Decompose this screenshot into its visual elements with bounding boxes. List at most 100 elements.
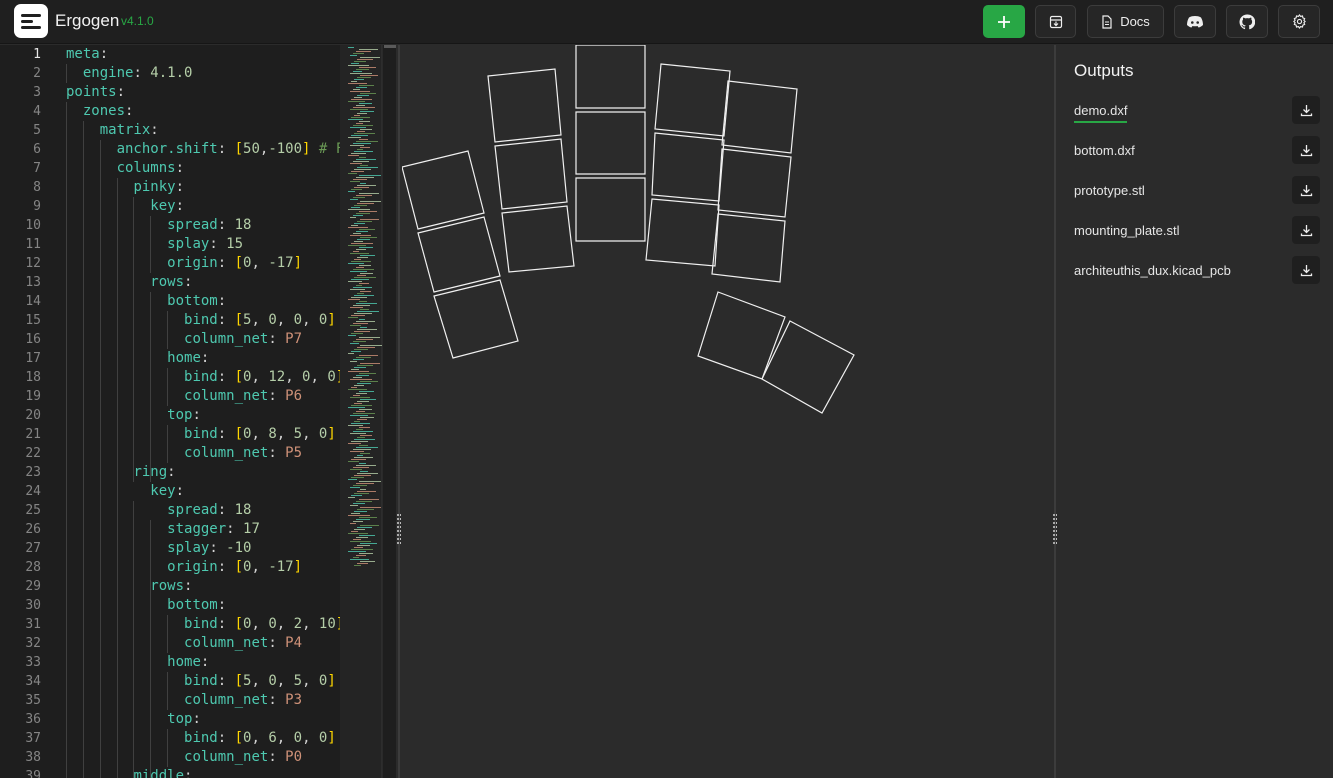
discord-button[interactable] bbox=[1174, 5, 1216, 38]
output-file-link[interactable]: demo.dxf bbox=[1074, 103, 1128, 123]
code-line: bind: [0, 8, 5, 0] bbox=[184, 425, 336, 444]
line-number: 4 bbox=[33, 104, 41, 119]
download-button[interactable] bbox=[1292, 216, 1320, 244]
add-button[interactable] bbox=[983, 5, 1025, 38]
code-line: bind: [0, 12, 0, 0] bbox=[184, 368, 340, 387]
code-token: P3 bbox=[285, 692, 303, 708]
editor-scrollbar[interactable] bbox=[382, 45, 396, 778]
code-line: home: bbox=[167, 349, 209, 368]
code-token: : bbox=[209, 236, 227, 252]
code-token: , bbox=[302, 730, 319, 746]
code-token: : bbox=[217, 255, 235, 271]
line-number: 21 bbox=[25, 427, 41, 442]
code-token: , bbox=[251, 673, 269, 689]
yaml-code-editor[interactable]: 1 2 3 4 5 6 7 8 9 10 11 12 13 14 15 16 17 18 19 20 21 22 23 24 2… bbox=[0, 45, 340, 778]
outputs-title: Outputs bbox=[1074, 61, 1134, 80]
code-token: middle bbox=[133, 768, 185, 778]
app-title: Ergogen bbox=[55, 11, 120, 30]
code-token: 5 bbox=[293, 673, 303, 689]
github-button[interactable] bbox=[1226, 5, 1268, 38]
code-line: rows: bbox=[150, 577, 192, 596]
line-number: 36 bbox=[25, 712, 41, 727]
code-token: points bbox=[66, 84, 117, 100]
code-token: column_net bbox=[184, 692, 269, 708]
output-file-link[interactable]: architeuthis_dux.kicad_pcb bbox=[1074, 263, 1231, 278]
download-icon bbox=[1300, 264, 1312, 276]
download-icon bbox=[1300, 184, 1312, 196]
code-token: ] bbox=[327, 312, 336, 328]
line-number: 29 bbox=[25, 579, 41, 594]
app-header: Ergogen v4.1.0 Docs bbox=[0, 0, 1333, 44]
code-token: 2 bbox=[293, 616, 303, 632]
code-token: ] bbox=[327, 730, 336, 746]
code-token: , bbox=[302, 673, 319, 689]
code-token: [ bbox=[234, 673, 244, 689]
line-number: 23 bbox=[25, 465, 41, 480]
code-token: stagger bbox=[167, 521, 227, 537]
code-line: column_net: P3 bbox=[184, 691, 302, 710]
code-token: 18 bbox=[234, 502, 252, 518]
download-button[interactable] bbox=[1292, 176, 1320, 204]
code-line: ring: bbox=[133, 463, 175, 482]
keyboard-preview-canvas[interactable] bbox=[402, 45, 1053, 778]
code-token: column_net bbox=[184, 445, 269, 461]
line-number: 17 bbox=[25, 351, 41, 366]
code-token: origin bbox=[167, 559, 218, 575]
line-number: 14 bbox=[25, 294, 41, 309]
document-icon bbox=[1102, 14, 1112, 29]
code-token: , bbox=[251, 426, 269, 442]
code-token: : bbox=[167, 464, 176, 480]
line-number: 30 bbox=[25, 598, 41, 613]
code-line: zones: bbox=[83, 102, 134, 121]
code-token: [ bbox=[234, 559, 244, 575]
code-area[interactable]: meta: engine: 4.1.0 points: zones: matrix: an… bbox=[66, 45, 340, 778]
ring-column-outline bbox=[487, 68, 575, 273]
minimap-slider[interactable] bbox=[340, 45, 382, 778]
code-token: , bbox=[276, 730, 294, 746]
settings-button[interactable] bbox=[1278, 5, 1320, 38]
code-line: engine: 4.1.0 bbox=[83, 64, 193, 83]
download-button[interactable] bbox=[1292, 96, 1320, 124]
code-token: ] bbox=[327, 426, 336, 442]
code-token: : bbox=[217, 426, 235, 442]
code-line: key: bbox=[150, 197, 184, 216]
download-button[interactable] bbox=[1292, 136, 1320, 164]
output-row: prototype.stl bbox=[1074, 176, 1320, 204]
code-token: , bbox=[251, 369, 269, 385]
line-number: 22 bbox=[25, 446, 41, 461]
code-token: : bbox=[217, 559, 235, 575]
code-token: : bbox=[268, 445, 286, 461]
code-token: 0 bbox=[293, 312, 303, 328]
code-token: P6 bbox=[285, 388, 303, 404]
docs-button[interactable]: Docs bbox=[1087, 5, 1164, 38]
output-file-link[interactable]: mounting_plate.stl bbox=[1074, 223, 1180, 238]
code-token: splay bbox=[167, 236, 210, 252]
code-token: , bbox=[251, 616, 269, 632]
code-token: : bbox=[192, 711, 201, 727]
output-file-link[interactable]: bottom.dxf bbox=[1074, 143, 1135, 158]
save-config-button[interactable] bbox=[1035, 5, 1076, 38]
code-line: rows: bbox=[150, 273, 192, 292]
code-line: spread: 18 bbox=[167, 216, 251, 235]
output-file-link[interactable]: prototype.stl bbox=[1074, 183, 1145, 198]
code-token: P7 bbox=[285, 331, 303, 347]
code-token: bottom bbox=[167, 293, 218, 309]
code-line: column_net: P0 bbox=[184, 748, 302, 767]
code-token: bind bbox=[184, 673, 218, 689]
code-token: : bbox=[175, 160, 185, 176]
line-number: 1 bbox=[33, 47, 41, 62]
code-token: : bbox=[99, 46, 109, 62]
line-number: 37 bbox=[25, 731, 41, 746]
code-line: matrix: bbox=[100, 121, 159, 140]
code-line: top: bbox=[167, 406, 201, 425]
code-token: -17 bbox=[268, 255, 294, 271]
github-icon bbox=[1239, 13, 1255, 29]
download-button[interactable] bbox=[1292, 256, 1320, 284]
code-line: stagger: 17 bbox=[167, 520, 260, 539]
code-token: : bbox=[217, 597, 227, 613]
output-row: demo.dxf bbox=[1074, 96, 1320, 124]
code-line: bottom: bbox=[167, 292, 226, 311]
code-token: 0 bbox=[293, 730, 303, 746]
line-number: 15 bbox=[25, 313, 41, 328]
scrollbar-thumb[interactable] bbox=[384, 45, 396, 48]
